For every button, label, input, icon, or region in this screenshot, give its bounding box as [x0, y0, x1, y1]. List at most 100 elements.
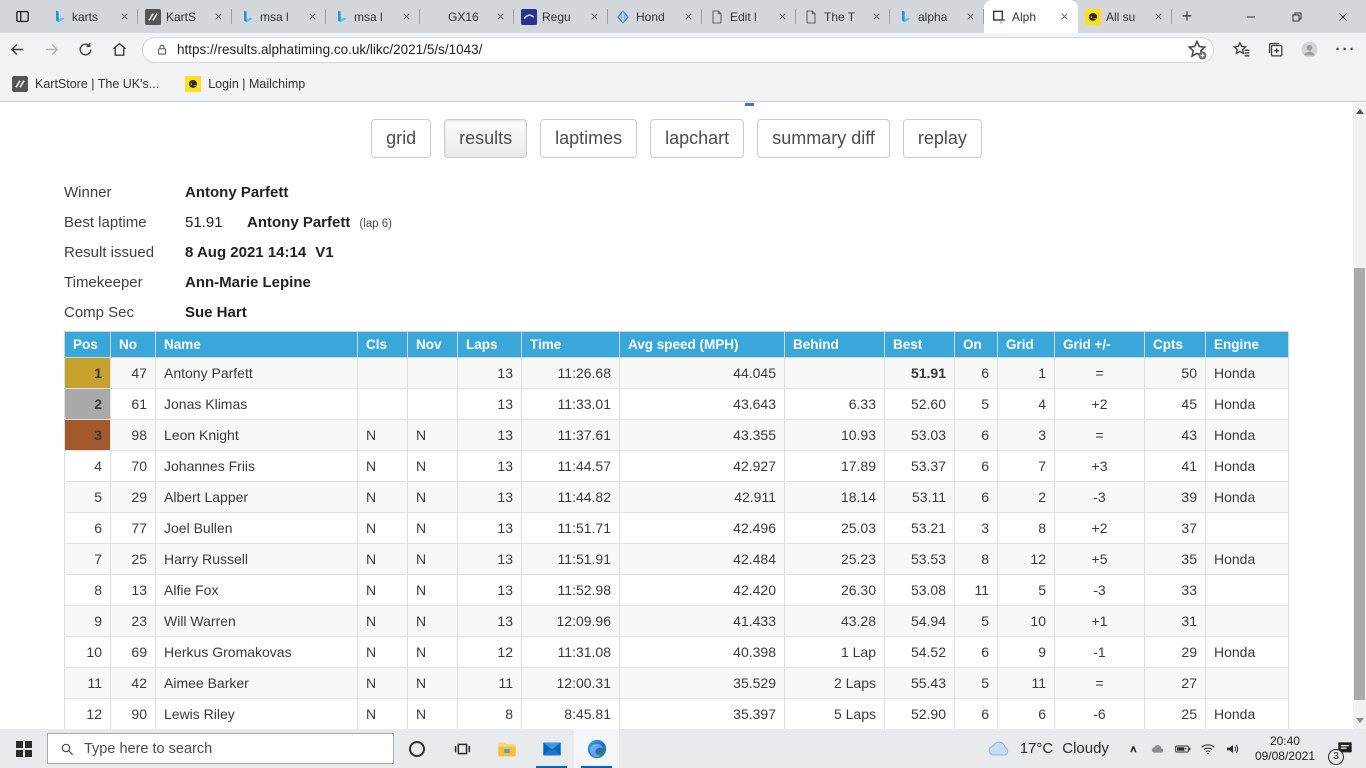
cell-on: 5 [955, 389, 998, 420]
favorites-button[interactable] [1224, 40, 1258, 59]
restore-button[interactable] [1274, 0, 1320, 33]
column-header[interactable]: Avg speed (MPH) [620, 332, 785, 358]
taskbar-clock[interactable]: 20:40 09/08/2021 [1246, 734, 1324, 764]
info-row: WinnerAntony Parfett [64, 183, 401, 213]
nav-button-laptimes[interactable]: laptimes [540, 119, 637, 158]
tab-close-icon[interactable] [965, 11, 977, 23]
tab-close-icon[interactable] [683, 11, 695, 23]
volume-icon[interactable] [1221, 742, 1246, 756]
nav-button-grid[interactable]: grid [371, 119, 431, 158]
system-tray: 17°C Cloudy ∧ 20:40 09/08/2021 3 [975, 729, 1366, 768]
cell-engine: Honda [1206, 637, 1289, 668]
notification-center-button[interactable]: 3 [1324, 729, 1366, 768]
tab-close-icon[interactable] [589, 11, 601, 23]
cortana-button[interactable] [394, 729, 439, 768]
tab-close-icon[interactable] [307, 11, 319, 23]
cell-no: 69 [111, 637, 156, 668]
column-header[interactable]: Nov [408, 332, 458, 358]
battery-icon[interactable] [1171, 742, 1196, 756]
browser-tab[interactable]: KartS [138, 0, 232, 33]
tab-close-icon[interactable] [213, 11, 225, 23]
scroll-down-arrow[interactable] [1353, 714, 1366, 727]
cell-cls: N [358, 575, 408, 606]
browser-tab[interactable]: alpha [890, 0, 984, 33]
tab-close-icon[interactable] [495, 11, 507, 23]
tab-close-icon[interactable] [119, 11, 131, 23]
cortana-icon [409, 741, 425, 757]
cell-laps: 13 [458, 575, 522, 606]
cell-best: 51.91 [885, 358, 955, 389]
start-button[interactable] [0, 729, 47, 768]
scroll-up-arrow[interactable] [1353, 105, 1366, 118]
column-header[interactable]: Behind [785, 332, 885, 358]
column-header[interactable]: Pos [65, 332, 111, 358]
nav-button-lapchart[interactable]: lapchart [650, 119, 744, 158]
nav-button-summary-diff[interactable]: summary diff [757, 119, 890, 158]
close-window-button[interactable] [1320, 0, 1366, 33]
blank-favicon-icon [427, 9, 443, 25]
forward-button[interactable] [36, 41, 66, 58]
taskbar-search-input[interactable]: Type here to search [47, 733, 394, 764]
column-header[interactable]: Laps [458, 332, 522, 358]
column-header[interactable]: Engine [1206, 332, 1289, 358]
column-header[interactable]: Time [522, 332, 620, 358]
column-header[interactable]: Cpts [1145, 332, 1206, 358]
nav-button-replay[interactable]: replay [903, 119, 982, 158]
tab-title: msa l [354, 10, 396, 24]
show-hidden-icons-button[interactable]: ∧ [1121, 743, 1146, 754]
settings-menu-button[interactable]: ··· [1326, 41, 1366, 58]
column-header[interactable]: On [955, 332, 998, 358]
cell-avg: 35.529 [620, 668, 785, 699]
tab-close-icon[interactable] [1059, 11, 1071, 23]
minimize-button[interactable] [1228, 0, 1274, 33]
bookmark-item[interactable]: Login | Mailchimp [185, 76, 305, 92]
new-tab-button[interactable]: + [1172, 0, 1202, 33]
edge-button[interactable] [574, 729, 619, 768]
browser-tab[interactable]: Edit l [702, 0, 796, 33]
tab-close-icon[interactable] [871, 11, 883, 23]
column-header[interactable]: Cls [358, 332, 408, 358]
vertical-tabs-button[interactable] [0, 0, 44, 33]
column-header[interactable]: Grid +/- [1055, 332, 1145, 358]
cell-on: 6 [955, 358, 998, 389]
browser-tab[interactable]: The T [796, 0, 890, 33]
add-favorite-button[interactable] [1185, 38, 1209, 62]
task-view-button[interactable] [439, 729, 484, 768]
wifi-icon[interactable] [1196, 742, 1221, 756]
browser-tab[interactable]: karts [44, 0, 138, 33]
tab-close-icon[interactable] [777, 11, 789, 23]
browser-tab[interactable]: msa l [326, 0, 420, 33]
browser-tab[interactable]: Regu [514, 0, 608, 33]
cell-best: 53.08 [885, 575, 955, 606]
browser-tab[interactable]: GX16 [420, 0, 514, 33]
column-header[interactable]: No [111, 332, 156, 358]
column-header[interactable]: Name [156, 332, 358, 358]
back-button[interactable] [2, 41, 32, 58]
tab-close-icon[interactable] [1153, 11, 1165, 23]
vertical-scrollbar[interactable] [1353, 103, 1366, 729]
scrollbar-thumb[interactable] [1354, 268, 1365, 700]
taskbar-weather[interactable]: 17°C Cloudy [975, 740, 1121, 757]
browser-tab[interactable]: All su [1078, 0, 1172, 33]
browser-tab[interactable]: Alph [984, 0, 1078, 33]
address-bar[interactable]: https://results.alphatiming.co.uk/likc/2… [142, 37, 1214, 63]
column-header[interactable]: Grid [998, 332, 1055, 358]
bookmark-item[interactable]: KartStore | The UK's... [12, 76, 159, 92]
refresh-button[interactable] [70, 41, 100, 58]
browser-tab[interactable]: msa l [232, 0, 326, 33]
collections-button[interactable] [1258, 40, 1292, 59]
url-text[interactable]: https://results.alphatiming.co.uk/likc/2… [177, 42, 1185, 57]
cell-cpts: 41 [1145, 451, 1206, 482]
nav-button-results[interactable]: results [444, 119, 527, 158]
browser-tab[interactable]: Hond [608, 0, 702, 33]
column-header[interactable]: Best [885, 332, 955, 358]
home-button[interactable] [104, 41, 134, 58]
onedrive-icon[interactable] [1146, 742, 1171, 756]
file-explorer-button[interactable] [484, 729, 529, 768]
file-explorer-icon [496, 738, 518, 760]
tab-close-icon[interactable] [401, 11, 413, 23]
cell-name: Joel Bullen [156, 513, 358, 544]
profile-avatar[interactable] [1292, 40, 1326, 59]
cell-nov: N [408, 513, 458, 544]
mail-button[interactable] [529, 729, 574, 768]
